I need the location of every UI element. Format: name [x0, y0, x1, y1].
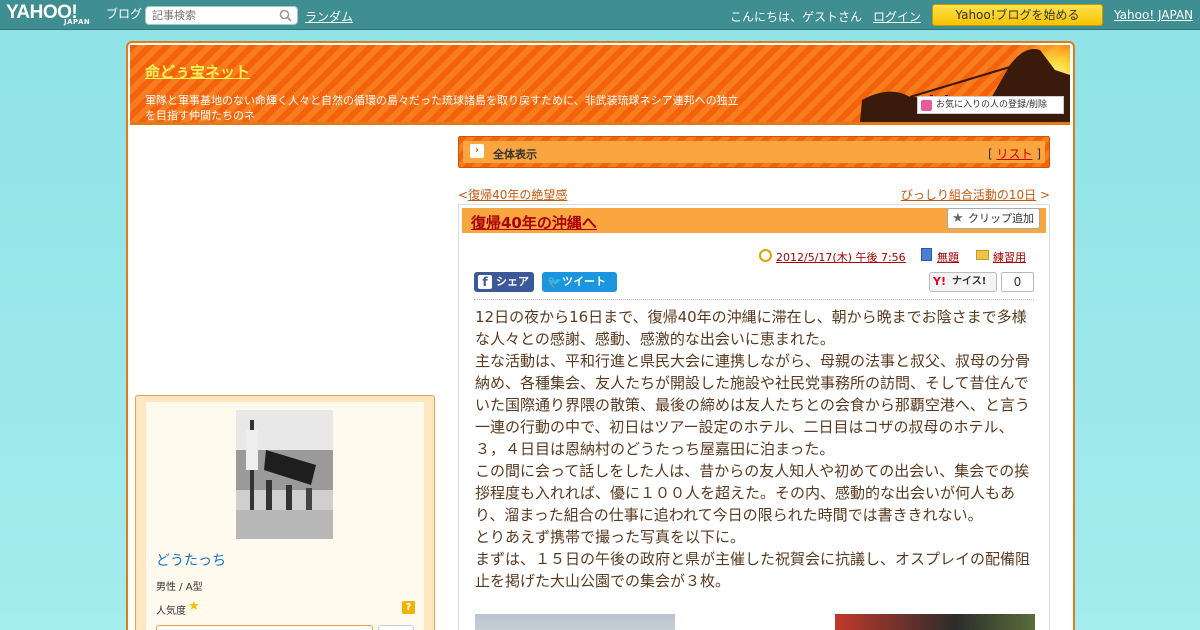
logo-japan-text: JAPAN	[64, 18, 91, 26]
login-link[interactable]: ログイン	[873, 8, 921, 25]
article-category[interactable]: 練習用	[993, 249, 1026, 265]
yahoo-blog-logo[interactable]: YAHOO! JAPAN ブログ	[6, 2, 142, 28]
clip-add-button[interactable]: ★ クリップ追加	[947, 208, 1040, 229]
article-paragraph: とりあえず携帯で撮った写真を以下に。	[475, 528, 746, 546]
article-paragraph: 主な活動は、平和行進と県民大会に連携しながら、母親の法事と叔父、叔母の分骨納め、…	[475, 352, 1031, 458]
article-theme[interactable]: 無題	[937, 249, 959, 265]
article-paragraph: この間に会って話しをした人は、昔からの友人知人や初めての出会い、集会での挨拶程度…	[475, 462, 1030, 524]
favorite-label: お気に入りの人の登録/削除	[936, 100, 1048, 110]
list-link-wrapper: [ リスト ]	[988, 145, 1041, 162]
search-icon[interactable]	[279, 9, 292, 22]
next-article-link[interactable]: びっしり組合活動の10日 >	[901, 186, 1050, 203]
random-link[interactable]: ランダム	[305, 8, 353, 25]
greeting-text: こんにちは、ゲストさん	[730, 10, 863, 24]
yahoo-japan-link[interactable]: Yahoo! JAPAN	[1114, 8, 1193, 22]
article-date[interactable]: 2012/5/17(木) 午後 7:56	[776, 249, 906, 265]
tweet-label: ツイート	[562, 275, 606, 288]
facebook-share-label: シェア	[496, 275, 529, 288]
favorite-button[interactable]: お気に入りの人の登録/削除	[917, 96, 1064, 114]
profile-action-box[interactable]	[156, 625, 373, 630]
star-icon: ★	[952, 211, 964, 226]
logo-blog-text: ブログ	[106, 7, 143, 21]
profile-popularity-label: 人気度	[156, 606, 186, 617]
article-paragraph: まずは、１５日の午後の政府と県が主催した祝賀会に抗議し、オスプレイの配備阻止を掲…	[475, 550, 1031, 590]
profile-gender: 男性 / A型	[156, 582, 203, 593]
article-photo[interactable]	[835, 614, 1035, 630]
site-description: 軍隊と軍事基地のない命輝く人々と自然の循環の島々だった琉球諸島を取り戻すために、…	[145, 94, 739, 122]
site-title[interactable]: 命どぅ宝ネット	[145, 61, 250, 82]
nice-count: 0	[1001, 272, 1034, 292]
list-link[interactable]: リスト	[996, 147, 1032, 161]
arrow-right-icon: ›	[470, 144, 484, 158]
avatar[interactable]	[236, 410, 333, 539]
folder-icon	[976, 250, 989, 260]
star-icon: ★	[188, 599, 200, 614]
view-mode-bar-inner	[463, 141, 1045, 163]
heart-icon	[921, 100, 932, 111]
start-blog-button[interactable]: Yahoo!ブログを始める	[932, 4, 1103, 26]
prev-article-title: 復帰40年の絶望感	[468, 188, 568, 202]
clock-icon	[759, 249, 772, 262]
avatar-photo	[236, 410, 333, 539]
article-body: 12日の夜から16日まで、復帰40年の沖縄に滞在し、朝から晩までお陰さまで多様な…	[475, 306, 1037, 592]
prev-article-link[interactable]: <復帰40年の絶望感	[458, 186, 567, 203]
article-photo[interactable]	[475, 614, 675, 630]
facebook-icon: f	[478, 275, 492, 289]
book-icon	[921, 248, 932, 261]
bracket-close: ]	[1036, 147, 1041, 161]
help-icon[interactable]: ?	[402, 601, 415, 614]
nice-label: ナイス!	[952, 276, 987, 287]
search-input[interactable]	[152, 8, 272, 23]
yahoo-icon: Y!	[933, 275, 946, 288]
view-mode-bar: › 全体表示 [ リスト ]	[458, 136, 1050, 168]
top-bar: YAHOO! JAPAN ブログ ランダム こんにちは、ゲストさん ログイン Y…	[0, 0, 1200, 30]
clip-add-label: クリップ追加	[968, 212, 1034, 225]
article-separator	[474, 299, 1034, 300]
twitter-icon: 🐦	[547, 275, 562, 289]
profile-name[interactable]: どうたっち	[156, 550, 226, 570]
prev-mark: <	[458, 188, 469, 202]
article-paragraph: 12日の夜から16日まで、復帰40年の沖縄に滞在し、朝から晩までお陰さまで多様な…	[475, 308, 1027, 348]
header-divider	[130, 122, 1070, 125]
twitter-tweet-button[interactable]: 🐦 ツイート	[542, 272, 617, 292]
view-all-label: 全体表示	[493, 148, 537, 161]
facebook-share-button[interactable]: f シェア	[474, 272, 534, 292]
profile-action-small-box[interactable]	[378, 625, 414, 630]
next-article-title: びっしり組合活動の10日	[900, 188, 1037, 202]
next-mark: >	[1039, 188, 1050, 202]
bracket-open: [	[987, 147, 993, 161]
nice-button[interactable]: Y! ナイス!	[929, 272, 997, 292]
article-title[interactable]: 復帰40年の沖縄へ	[471, 212, 597, 233]
search-box	[145, 6, 298, 25]
